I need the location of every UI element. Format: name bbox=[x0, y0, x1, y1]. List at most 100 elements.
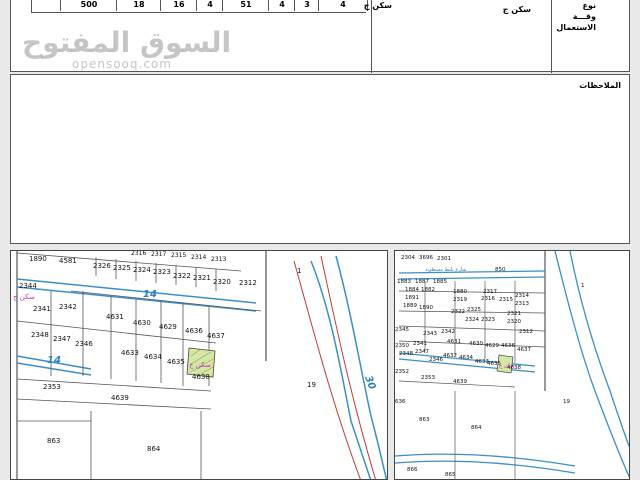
parcel-label: 4581 bbox=[59, 257, 77, 265]
parcel-label: 4630 bbox=[133, 319, 151, 327]
parcel-label: 4631 bbox=[447, 339, 461, 345]
parcel-label: 4638 bbox=[192, 373, 210, 381]
parcel-label: 864 bbox=[147, 445, 161, 453]
parcel-label: 1882 bbox=[421, 287, 435, 293]
parcel-label: 4630 bbox=[469, 341, 483, 347]
parcel-label: 1883 bbox=[397, 279, 411, 285]
parcel-label: 4634 bbox=[144, 353, 162, 361]
notes-label: الملاحظات bbox=[579, 81, 621, 90]
parcel-label: 2348 bbox=[399, 351, 413, 357]
parcel-label: 1 bbox=[297, 267, 301, 275]
parcel-label: 19 bbox=[563, 399, 570, 405]
header-divider-2 bbox=[551, 0, 552, 73]
value-cell: 500 bbox=[60, 0, 117, 11]
map-right: 2304 3696 2301 850 1883 1887 1885 1884 1… bbox=[394, 250, 630, 480]
parcel-label: 2320 bbox=[507, 319, 521, 325]
parcel-label: 2320 bbox=[213, 278, 231, 286]
parcel-label: 1884 bbox=[405, 287, 419, 293]
label-usage: الاستعمال bbox=[556, 23, 596, 32]
parcel-label: 4632 bbox=[443, 353, 457, 359]
parcel-label: 2317 bbox=[151, 251, 166, 258]
value-cell: 4 bbox=[268, 0, 295, 11]
parcel-label: 4635 bbox=[167, 358, 185, 366]
parcel-label: 1880 bbox=[453, 289, 467, 295]
value-cell: 4 bbox=[196, 0, 223, 11]
parcel-label: 2312 bbox=[519, 329, 533, 335]
parcel-label: 2347 bbox=[53, 335, 71, 343]
value-cell: 18 bbox=[116, 0, 161, 11]
zone-label: سكن ج bbox=[189, 361, 211, 369]
parcel-label: 2342 bbox=[441, 329, 455, 335]
parcel-label: 2341 bbox=[33, 305, 51, 313]
parcel-label: 2301 bbox=[437, 256, 451, 262]
parcel-label: 4639 bbox=[111, 394, 129, 402]
parcel-label: 4629 bbox=[485, 343, 499, 349]
parcel-label: 2322 bbox=[451, 309, 465, 315]
parcel-label: 2304 bbox=[401, 255, 415, 261]
street-label: شارع بلنط مسطوية bbox=[425, 267, 467, 273]
parcel-label: 2314 bbox=[191, 254, 206, 261]
parcel-label: 1885 bbox=[433, 279, 447, 285]
parcel-label: 2346 bbox=[75, 340, 93, 348]
parcel-label: 2344 bbox=[19, 282, 37, 290]
parcel-label: 2323 bbox=[481, 317, 495, 323]
parcel-label: 2321 bbox=[193, 274, 211, 282]
parcel-label: 19 bbox=[307, 381, 316, 389]
parcel-label: 2316 bbox=[131, 251, 146, 257]
parcel-label: 2316 bbox=[481, 296, 495, 302]
parcel-label: 2324 bbox=[133, 266, 151, 274]
parcel-label: 2347 bbox=[415, 349, 429, 355]
map-left: 1890 4581 2326 2325 2324 2323 2322 2321 … bbox=[10, 250, 388, 480]
parcel-label: 2313 bbox=[515, 301, 529, 307]
parcel-label: 1 bbox=[581, 283, 585, 289]
parcel-label: 2346 bbox=[429, 357, 443, 363]
parcel-label: 863 bbox=[419, 417, 430, 423]
map-left-drawing: 1890 4581 2326 2325 2324 2323 2322 2321 … bbox=[13, 251, 387, 479]
parcel-label: 1890 bbox=[29, 255, 47, 263]
parcel-label: 636 bbox=[395, 399, 406, 405]
parcel-label: 2314 bbox=[515, 293, 529, 299]
parcel-label: 2348 bbox=[31, 331, 49, 339]
parcel-label: 4629 bbox=[159, 323, 177, 331]
parcel-label: 2345 bbox=[395, 327, 409, 333]
parcel-label: 2315 bbox=[171, 252, 186, 259]
street-label: 14 bbox=[47, 355, 61, 366]
label-type: نوع bbox=[582, 1, 596, 10]
parcel-label: 2312 bbox=[239, 279, 257, 287]
parcel-label: 2325 bbox=[467, 307, 481, 313]
parcel-label: 2326 bbox=[93, 262, 111, 270]
value-cell: 3 bbox=[294, 0, 319, 11]
parcel-label: 2324 bbox=[465, 317, 479, 323]
watermark-arabic: السوق المفتوح bbox=[22, 26, 232, 59]
parcel-label: 1889 bbox=[403, 303, 417, 309]
parcel-label: 4636 bbox=[501, 343, 515, 349]
parcel-label: 4637 bbox=[207, 332, 225, 340]
zone-label: سكن ج bbox=[499, 363, 515, 369]
parcel-label: 2319 bbox=[453, 297, 467, 303]
watermark-latin: opensooq.com bbox=[72, 57, 172, 71]
notes-panel: الملاحظات bbox=[10, 74, 630, 244]
value-cell: 51 bbox=[222, 0, 269, 11]
street-label: 30 bbox=[362, 374, 377, 391]
label-category: وقـــة bbox=[572, 12, 596, 21]
parcel-label: 2321 bbox=[507, 311, 521, 317]
parcel-label: 2353 bbox=[421, 375, 435, 381]
parcel-label: 3696 bbox=[419, 255, 433, 261]
header-mid-label: سكن ج bbox=[363, 1, 392, 10]
parcel-label: 2342 bbox=[59, 303, 77, 311]
parcel-label: 2317 bbox=[483, 289, 497, 295]
parcel-label: 4633 bbox=[121, 349, 139, 357]
parcel-label: 866 bbox=[407, 467, 418, 473]
value-cell: 16 bbox=[160, 0, 197, 11]
header-divider bbox=[371, 0, 372, 73]
header-mid-value: سكن ج bbox=[502, 5, 531, 14]
parcel-label: 2323 bbox=[153, 268, 171, 276]
parcel-label: 4634 bbox=[459, 355, 473, 361]
parcel-label: 2313 bbox=[211, 256, 226, 263]
parcel-label: 4636 bbox=[185, 327, 203, 335]
parcel-label: 850 bbox=[495, 267, 506, 273]
parcel-label: 2350 bbox=[395, 343, 409, 349]
parcel-label: 864 bbox=[471, 425, 482, 431]
parcel-label: 2352 bbox=[395, 369, 409, 375]
parcel-label: 1887 bbox=[415, 279, 429, 285]
